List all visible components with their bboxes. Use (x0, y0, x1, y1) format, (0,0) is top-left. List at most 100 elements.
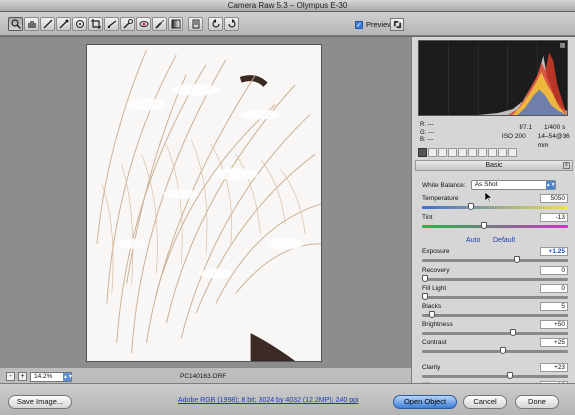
open-object-button[interactable]: Open Object (393, 395, 457, 409)
exposure-label: Exposure (422, 248, 450, 255)
tab-lens-corrections[interactable] (468, 148, 477, 157)
tool-strip (8, 17, 239, 31)
brightness-slider-thumb[interactable] (510, 329, 517, 336)
bottom-bar: Save Image... Adobe RGB (1998); 8 bit; 3… (0, 383, 575, 415)
rotate-left-tool-button[interactable] (208, 17, 223, 31)
tab-detail[interactable] (438, 148, 447, 157)
target-adjust-tool-button[interactable] (72, 17, 87, 31)
adjustments-panel: R: --- G: --- B: --- f/7.1 1/400 s ISO 20… (411, 37, 575, 415)
clarity-slider-row: Clarity +23 (422, 363, 568, 382)
blacks-slider-track[interactable] (422, 311, 568, 318)
preview-toggle[interactable]: ✓ Preview (355, 20, 393, 29)
tab-camera-calibration[interactable] (478, 148, 487, 157)
white-balance-label: White Balance: (422, 181, 466, 189)
white-balance-row: White Balance: As Shot ▲▼ (422, 180, 556, 190)
cancel-button[interactable]: Cancel (463, 395, 507, 409)
recovery-slider-thumb[interactable] (422, 275, 428, 282)
blacks-value-field[interactable]: 5 (540, 302, 568, 311)
brightness-label: Brightness (422, 321, 453, 328)
fill-light-slider-row: Fill Light 0 (422, 284, 568, 303)
full-screen-button[interactable] (390, 18, 404, 31)
blacks-slider-row: Blacks 5 (422, 302, 568, 321)
spot-removal-tool-button[interactable] (120, 17, 135, 31)
clarity-slider-thumb[interactable] (507, 372, 514, 379)
tab-snapshots[interactable] (498, 148, 507, 157)
section-title: Basic (485, 162, 503, 169)
zoom-in-button[interactable]: + (18, 372, 27, 381)
brightness-slider-track[interactable] (422, 329, 568, 336)
clarity-slider-track[interactable] (422, 372, 568, 379)
preview-checkbox[interactable]: ✓ (355, 20, 363, 29)
red-readout: R: --- (420, 122, 434, 128)
target-adjust-icon (75, 20, 84, 28)
rotate-right-icon (227, 19, 236, 28)
window-title: Camera Raw 5.3 – Olympus E-30 (227, 1, 348, 10)
panel-menu-icon[interactable]: ≡ (563, 162, 570, 169)
image-canvas[interactable] (0, 37, 411, 367)
rotate-left-icon (211, 19, 220, 28)
contrast-value-field[interactable]: +25 (540, 338, 568, 347)
fill-light-slider-track[interactable] (422, 293, 568, 300)
zoom-out-button[interactable]: - (6, 372, 15, 381)
zoom-tool-button[interactable] (8, 17, 23, 31)
tab-effects[interactable] (508, 148, 517, 157)
exposure-value-field[interactable]: +1.25 (540, 247, 568, 256)
graduated-filter-icon (171, 19, 180, 29)
contrast-label: Contrast (422, 339, 447, 346)
recovery-label: Recovery (422, 267, 450, 274)
blacks-slider-thumb[interactable] (429, 311, 435, 318)
auto-link[interactable]: Auto (466, 237, 480, 244)
photo-preview[interactable] (86, 44, 322, 362)
contrast-slider-thumb[interactable] (500, 347, 507, 354)
contrast-slider-track[interactable] (422, 347, 568, 354)
white-balance-tool-button[interactable] (40, 17, 55, 31)
tab-basic[interactable] (418, 148, 427, 157)
fill-light-value-field[interactable]: 0 (540, 284, 568, 293)
tab-split-toning[interactable] (458, 148, 467, 157)
brightness-value-field[interactable]: +50 (540, 320, 568, 329)
red-eye-tool-button[interactable] (136, 17, 151, 31)
window-title-bar: Camera Raw 5.3 – Olympus E-30 (0, 0, 575, 12)
graduated-filter-tool-button[interactable] (168, 17, 183, 31)
rotate-right-tool-button[interactable] (224, 17, 239, 31)
color-sampler-tool-button[interactable] (56, 17, 71, 31)
done-button[interactable]: Done (515, 395, 559, 409)
zoom-level-select[interactable]: 14.2% ▲▼ (30, 372, 73, 382)
workflow-options-link[interactable]: Adobe RGB (1998); 8 bit; 3024 by 4032 (1… (178, 397, 359, 404)
tab-hsl[interactable] (448, 148, 457, 157)
fill-light-slider-thumb[interactable] (422, 293, 428, 300)
shutter-value: 1/400 s (544, 124, 566, 131)
recovery-slider-row: Recovery 0 (422, 266, 568, 285)
filename-label: PC140163.ORF (180, 373, 227, 380)
save-image-button[interactable]: Save Image... (8, 395, 72, 409)
exposure-slider-thumb[interactable] (514, 256, 521, 263)
temperature-slider-thumb[interactable] (468, 203, 475, 210)
tint-value-field[interactable]: -13 (540, 213, 568, 222)
recovery-value-field[interactable]: 0 (540, 266, 568, 275)
temperature-slider-track[interactable] (422, 203, 568, 210)
aperture-value: f/7.1 (519, 124, 532, 131)
adjustment-brush-tool-button[interactable] (152, 17, 167, 31)
exposure-slider-track[interactable] (422, 256, 568, 263)
temperature-value-field[interactable]: 5050 (540, 194, 568, 203)
default-link[interactable]: Default (493, 237, 515, 244)
blue-readout: B: --- (420, 137, 434, 143)
white-balance-select[interactable]: As Shot ▲▼ (470, 180, 556, 190)
tab-tone-curve[interactable] (428, 148, 437, 157)
hand-icon (27, 21, 36, 28)
recovery-slider-track[interactable] (422, 275, 568, 282)
preferences-tool-button[interactable] (188, 17, 203, 31)
tint-slider-track[interactable] (422, 222, 568, 229)
tint-slider-thumb[interactable] (480, 222, 487, 229)
zoom-icon (10, 19, 21, 29)
straighten-tool-button[interactable] (104, 17, 119, 31)
hand-tool-button[interactable] (24, 17, 39, 31)
temperature-slider-row: Temperature 5050 (422, 194, 568, 213)
tab-presets[interactable] (488, 148, 497, 157)
zoom-level-value: 14.2% (34, 373, 53, 380)
mouse-cursor-icon (485, 192, 493, 202)
crop-tool-button[interactable] (88, 17, 103, 31)
toolbar: ✓ Preview (0, 12, 575, 36)
clarity-value-field[interactable]: +23 (540, 363, 568, 372)
clarity-label: Clarity (422, 364, 441, 371)
